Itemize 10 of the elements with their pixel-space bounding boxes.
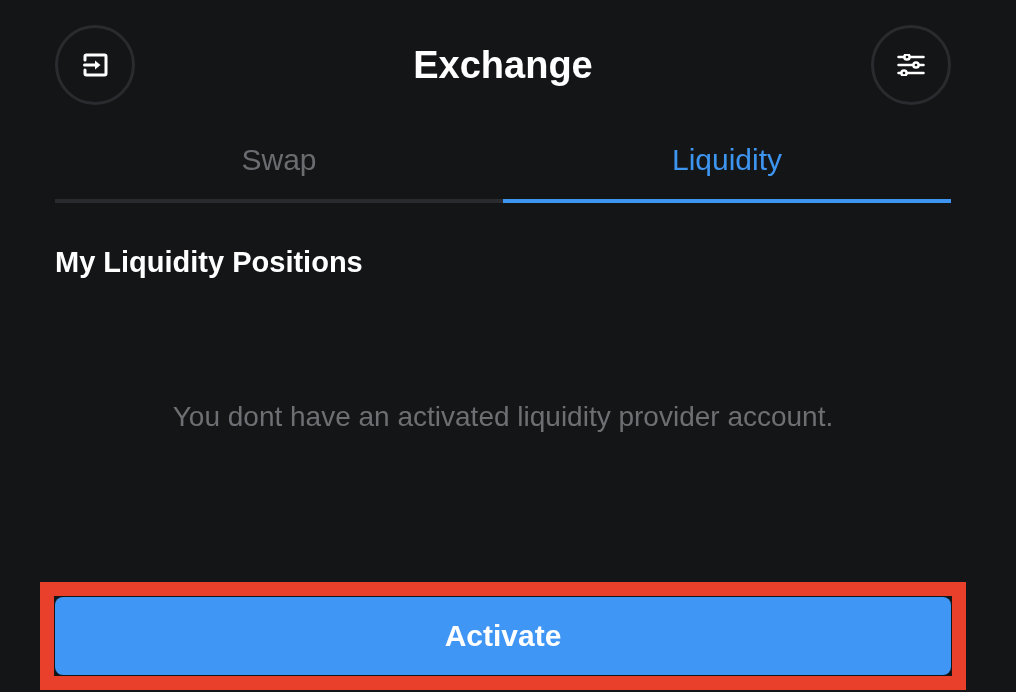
sliders-icon xyxy=(897,54,925,76)
settings-button[interactable] xyxy=(871,25,951,105)
page-title: Exchange xyxy=(413,43,593,88)
tab[interactable]: Swap xyxy=(55,119,503,203)
tab[interactable]: Liquidity xyxy=(503,119,951,203)
arrow-into-box-icon xyxy=(82,53,108,77)
section-heading: My Liquidity Positions xyxy=(55,245,363,280)
empty-state-message: You dont have an activated liquidity provider account. xyxy=(172,400,834,434)
sign-in-button[interactable] xyxy=(55,25,135,105)
activate-button[interactable]: Activate xyxy=(55,597,951,675)
